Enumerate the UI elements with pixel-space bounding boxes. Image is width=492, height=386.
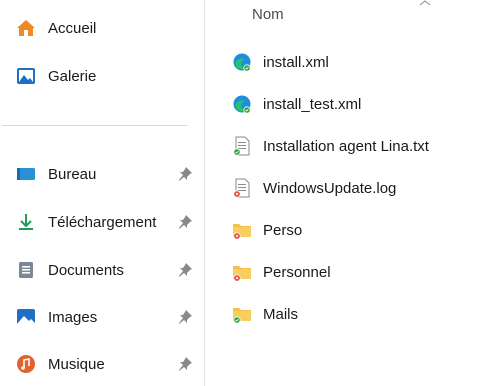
nav-item-label: Téléchargement [48,213,157,231]
nav-item-galerie[interactable]: Galerie [0,59,204,93]
edge-xml-icon [233,53,251,72]
file-name: install_test.xml [263,95,362,113]
pane-separator[interactable] [204,0,205,386]
nav-divider [2,125,188,126]
nav-item-label: Musique [48,355,105,373]
nav-item-telechargement[interactable]: Téléchargement [0,205,204,239]
nav-item-bureau[interactable]: Bureau [0,157,204,191]
gallery-icon [16,66,36,86]
nav-item-musique[interactable]: Musique [0,347,204,381]
file-name: Personnel [263,263,331,281]
nav-item-label: Accueil [48,19,97,37]
file-name: Mails [263,305,299,323]
nav-item-label: Bureau [48,165,97,183]
pin-icon[interactable] [177,309,193,325]
desktop-icon [16,164,36,184]
column-header-name[interactable]: Nom [252,6,284,23]
file-name: WindowsUpdate.log [263,179,397,197]
home-icon [16,18,36,38]
pin-icon[interactable] [177,356,193,372]
file-row[interactable]: install_test.xml [226,89,486,119]
images-icon [16,307,36,327]
file-row[interactable]: install.xml [226,47,486,77]
file-name: install.xml [263,53,329,71]
nav-item-accueil[interactable]: Accueil [0,11,204,45]
nav-item-images[interactable]: Images [0,300,204,334]
music-icon [16,354,36,374]
folder-icon [233,224,251,240]
sort-caret-icon [419,0,431,6]
pin-icon[interactable] [177,166,193,182]
download-icon [16,212,36,232]
nav-item-label: Images [48,308,98,326]
text-file-icon [233,178,250,198]
file-row[interactable]: Mails [226,299,486,329]
folder-icon [233,266,251,282]
nav-item-documents[interactable]: Documents [0,253,204,287]
file-row[interactable]: Perso [226,215,486,245]
nav-item-label: Galerie [48,67,97,85]
navigation-pane: Accueil Galerie Bureau Téléchargement Do… [0,0,204,386]
text-file-icon [233,136,250,156]
edge-xml-icon [233,95,251,114]
file-name: Installation agent Lina.txt [263,137,429,155]
file-name: Perso [263,221,303,239]
pin-icon[interactable] [177,214,193,230]
nav-item-label: Documents [48,261,124,279]
documents-icon [16,260,36,280]
file-row[interactable]: Personnel [226,257,486,287]
pin-icon[interactable] [177,262,193,278]
file-row[interactable]: WindowsUpdate.log [226,173,486,203]
folder-icon [233,308,251,324]
file-row[interactable]: Installation agent Lina.txt [226,131,486,161]
